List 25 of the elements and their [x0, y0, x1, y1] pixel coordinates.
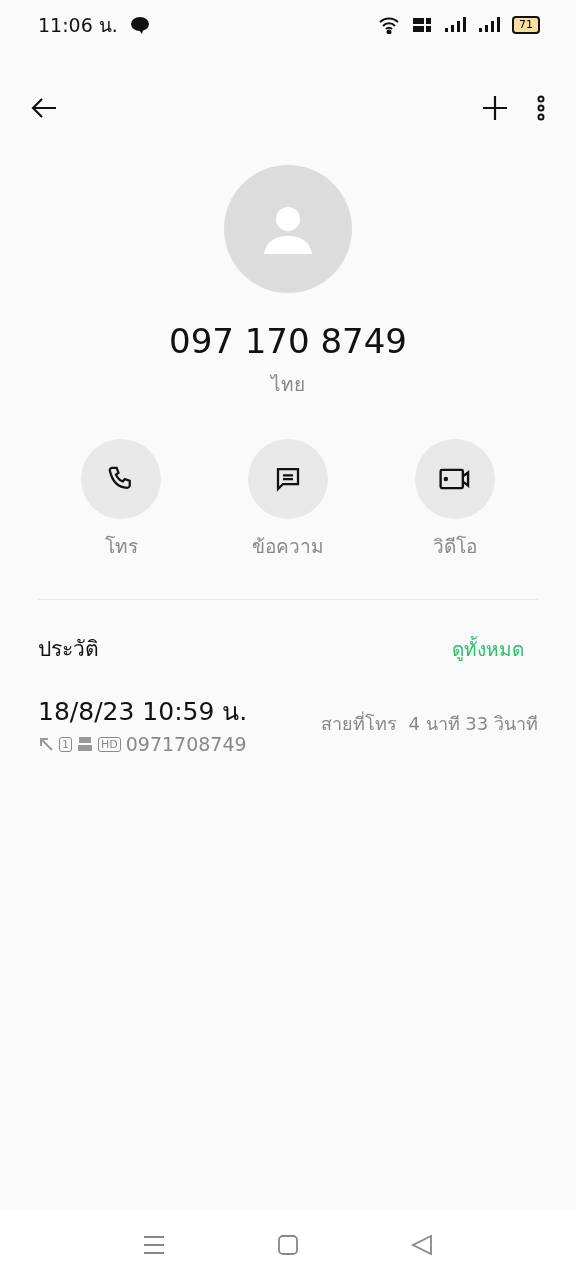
chat-bubble-icon [129, 15, 150, 35]
back-icon[interactable] [30, 95, 58, 120]
call-number: 0971708749 [125, 733, 247, 755]
call-datetime: 18/8/23 10:59 น. [38, 696, 248, 728]
number-location: ไทย [269, 372, 306, 397]
home-icon[interactable] [277, 1234, 299, 1256]
see-all-link[interactable]: ดูทั้งหมด [452, 633, 524, 664]
battery-level: 71 [512, 16, 540, 34]
call-duration: สายที่โทร 4 นาที 33 วินาที [321, 710, 538, 736]
phone-number: 097 170 8749 [168, 321, 408, 361]
message-button[interactable]: ข้อความ [204, 439, 372, 561]
history-title: ประวัติ [38, 636, 99, 663]
video-button[interactable]: วิดีโอ [371, 439, 538, 561]
wifi-icon [378, 16, 400, 34]
signal-icon [444, 17, 466, 33]
back-nav-icon[interactable] [411, 1234, 433, 1256]
outgoing-arrow-icon [38, 736, 54, 752]
more-icon[interactable] [536, 94, 546, 121]
signal-icon [478, 17, 500, 33]
hd-badge: HD [98, 736, 121, 752]
sim-badge: 1 [59, 736, 72, 752]
menu-icon[interactable] [143, 1235, 165, 1255]
status-time: 11:06 น. [38, 13, 118, 38]
call-button[interactable]: โทร [38, 439, 205, 561]
add-icon[interactable] [482, 94, 508, 121]
